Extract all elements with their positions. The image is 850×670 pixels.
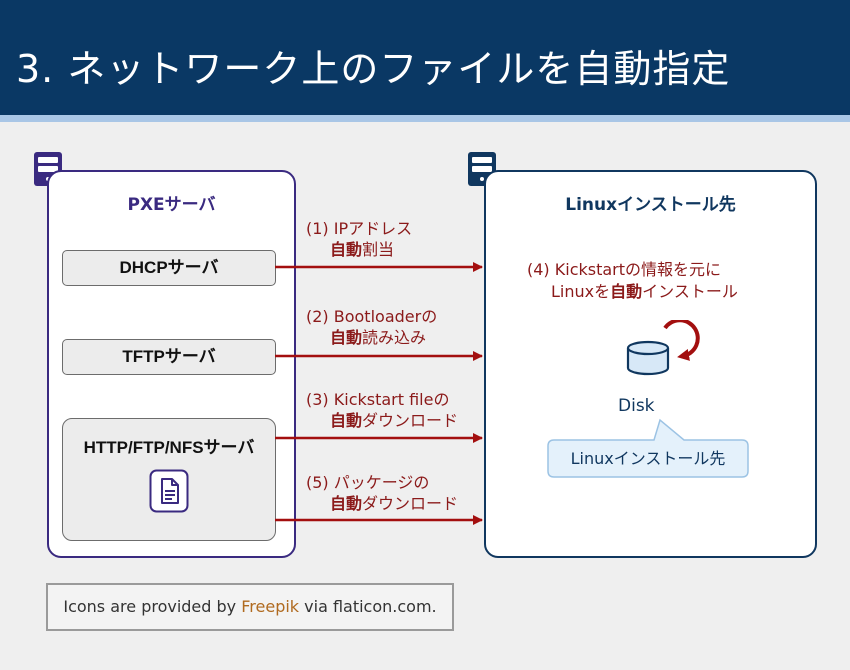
- dhcp-server-box: DHCPサーバ: [62, 250, 276, 286]
- icon-credit: Icons are provided by Freepik via flatic…: [46, 583, 454, 631]
- disk-label: Disk: [618, 396, 655, 416]
- page-title: 3. ネットワーク上のファイルを自動指定: [16, 47, 731, 91]
- arrow-label-ip-assign: (1) IPアドレス 自動割当: [306, 219, 413, 259]
- rotate-arrow-icon: [663, 320, 700, 361]
- header-underline: [0, 115, 850, 122]
- arrow-label-kickstart: (3) Kickstart fileの 自動ダウンロード: [306, 390, 459, 430]
- pxe-panel-title: PXEサーバ: [127, 195, 216, 215]
- linux-panel-title: Linuxインストール先: [565, 195, 736, 215]
- arrow-label-packages: (5) パッケージの 自動ダウンロード: [306, 473, 459, 513]
- callout-text: Linuxインストール先: [570, 449, 726, 468]
- disk-icon: [626, 320, 700, 376]
- http-server-label: HTTP/FTP/NFSサーバ: [83, 438, 255, 457]
- http-ftp-nfs-server-box: HTTP/FTP/NFSサーバ: [62, 418, 276, 541]
- step4-description: (4) Kickstartの情報を元に Linuxを自動インストール: [527, 260, 738, 301]
- arrow-label-bootloader: (2) Bootloaderの 自動読み込み: [306, 307, 438, 347]
- tftp-server-box: TFTPサーバ: [62, 339, 276, 375]
- document-icon: [149, 469, 189, 513]
- freepik-link[interactable]: Freepik: [241, 597, 299, 616]
